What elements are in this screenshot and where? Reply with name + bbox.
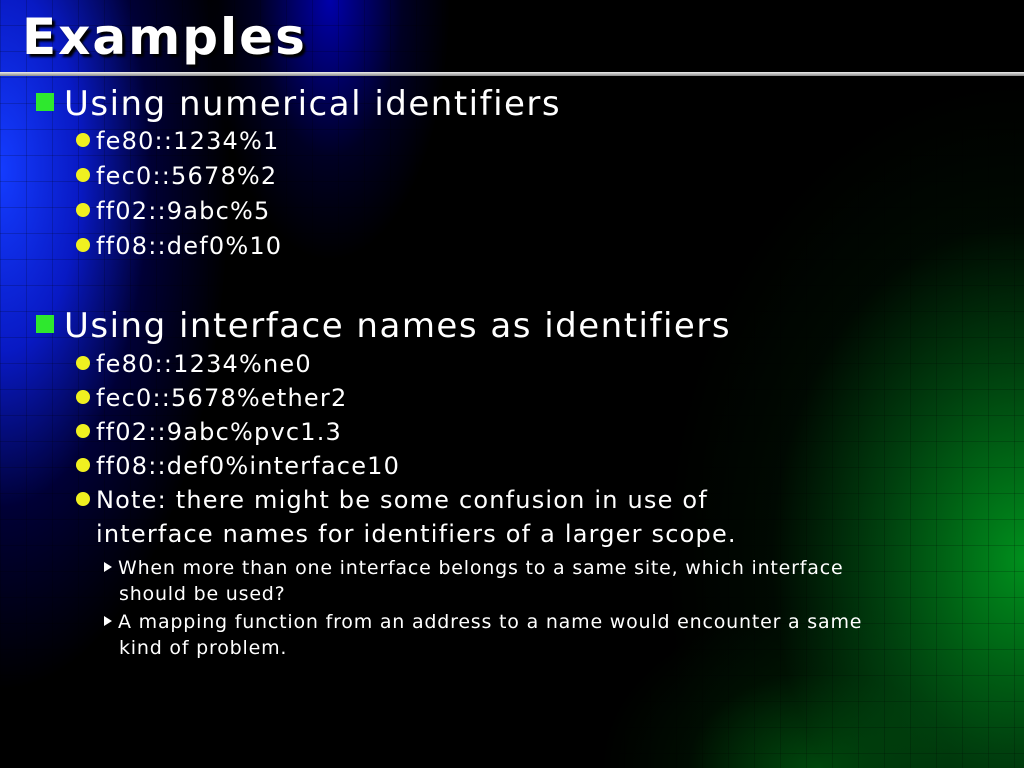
section-heading-numerical: Using numerical identifiers [36,84,561,124]
list-item-text: fe80::1234%1 [96,127,280,155]
list-item-text: fe80::1234%ne0 [96,350,312,378]
dot-bullet-icon [76,356,90,370]
sub-list-item: When more than one interface belongs to … [104,555,964,607]
sub-list-item-line2: should be used? [119,583,286,605]
dot-bullet-icon [76,133,90,147]
section-heading-interface-names: Using interface names as identifiers [36,306,731,346]
list-item-text: ff02::9abc%5 [96,197,271,225]
list-item: ff08::def0%interface10 [76,449,400,483]
list-item-text: fec0::5678%2 [96,162,278,190]
list-item: fec0::5678%ether2 [76,381,347,415]
list-item: ff08::def0%10 [76,229,282,263]
triangle-bullet-icon [104,616,112,626]
title-divider [0,72,1024,76]
note-item: Note: there might be some confusion in u… [76,483,936,551]
dot-bullet-icon [76,458,90,472]
sub-list-item-line1: A mapping function from an address to a … [118,611,863,633]
sub-list-item: A mapping function from an address to a … [104,609,964,661]
section-heading-text: Using numerical identifiers [64,84,562,124]
note-text-line1: Note: there might be some confusion in u… [96,486,708,514]
triangle-bullet-icon [104,562,112,572]
list-item: fe80::1234%ne0 [76,347,312,381]
dot-bullet-icon [76,492,90,506]
dot-bullet-icon [76,168,90,182]
list-item-text: fec0::5678%ether2 [96,384,348,412]
dot-bullet-icon [76,203,90,217]
list-item-text: ff08::def0%10 [96,232,283,260]
sub-list-item-line2: kind of problem. [119,637,288,659]
note-text-line2: interface names for identifiers of a lar… [96,520,737,548]
list-item-text: ff08::def0%interface10 [96,452,401,480]
slide-title: Examples [22,8,307,66]
list-item: ff02::9abc%pvc1.3 [76,415,342,449]
dot-bullet-icon [76,424,90,438]
square-bullet-icon [36,315,54,333]
square-bullet-icon [36,93,54,111]
dot-bullet-icon [76,390,90,404]
list-item-text: ff02::9abc%pvc1.3 [96,418,343,446]
dot-bullet-icon [76,238,90,252]
list-item: ff02::9abc%5 [76,194,271,228]
section-heading-text: Using interface names as identifiers [64,306,732,346]
list-item: fe80::1234%1 [76,124,279,158]
sub-list-item-line1: When more than one interface belongs to … [118,557,844,579]
list-item: fec0::5678%2 [76,159,277,193]
